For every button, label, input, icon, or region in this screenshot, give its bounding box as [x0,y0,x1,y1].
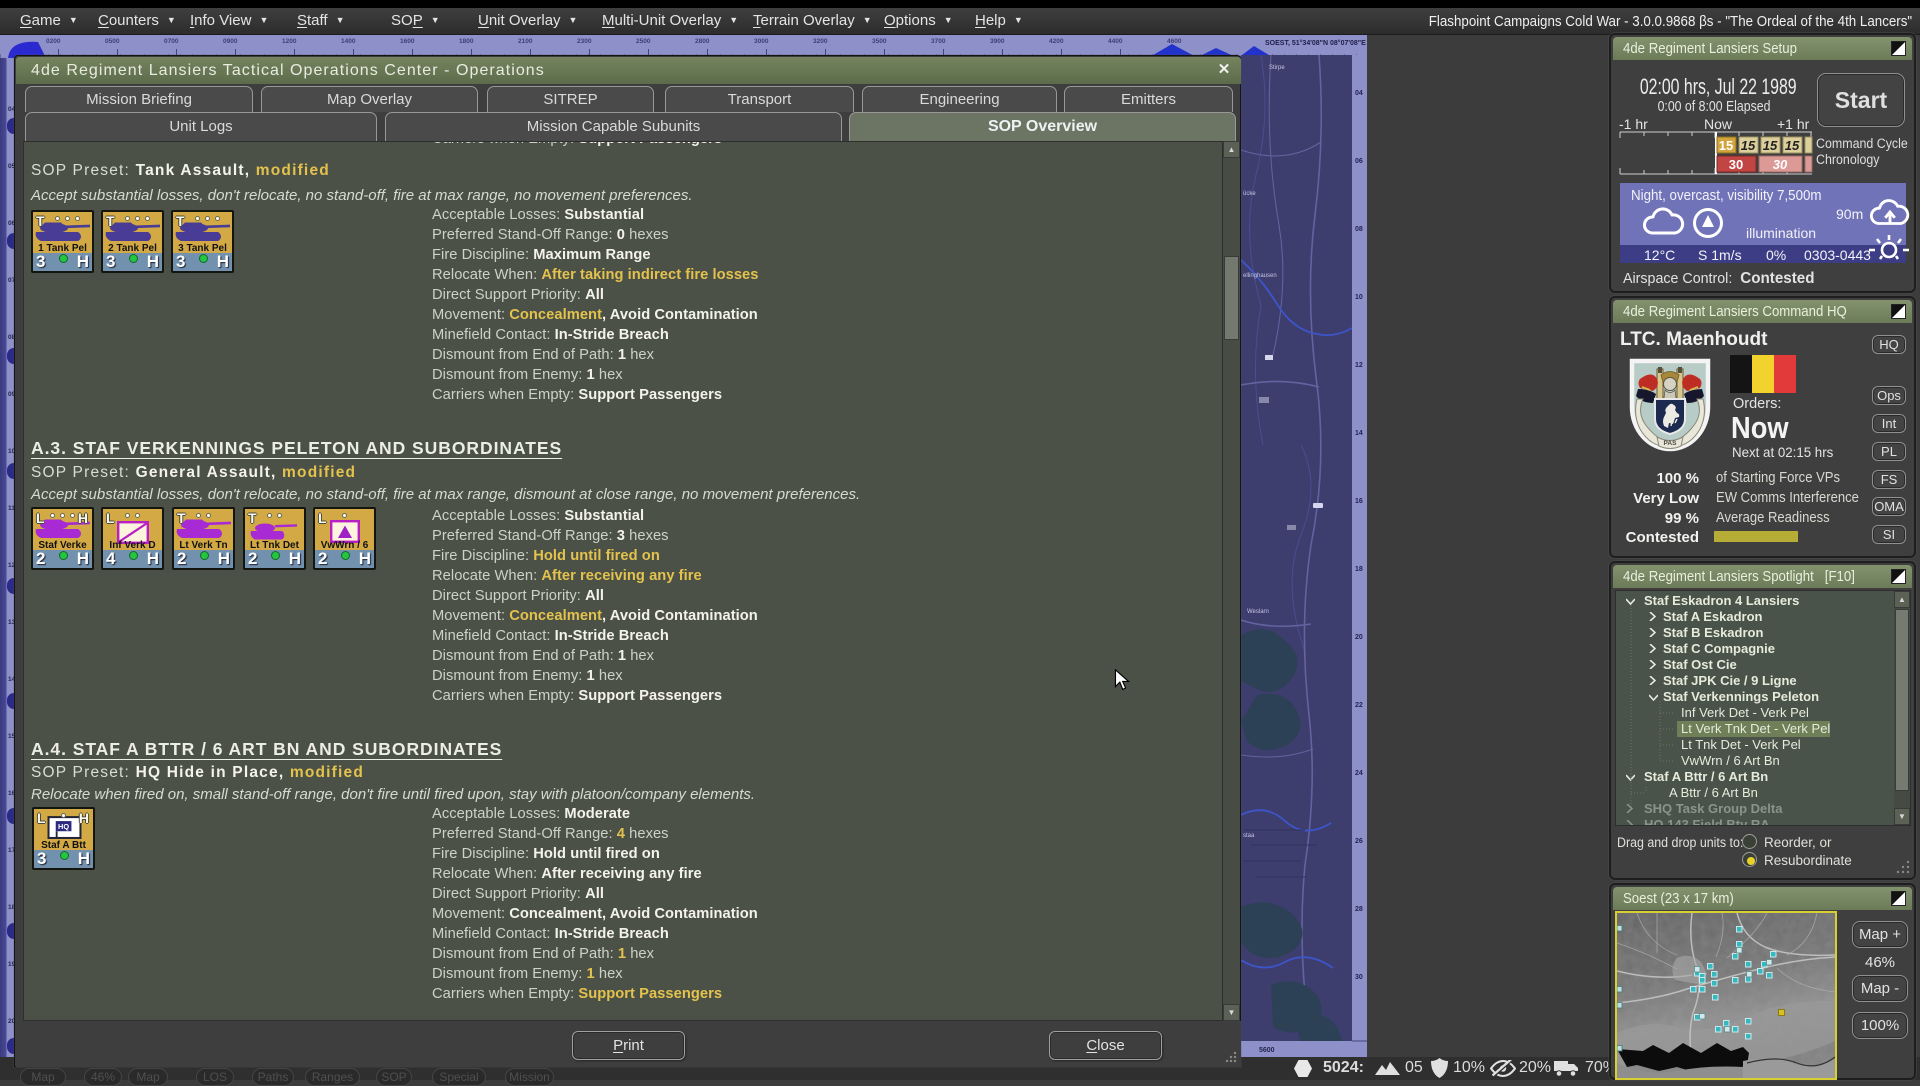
svg-text:26: 26 [1355,838,1363,845]
svg-text:Stirpe: Stirpe [1269,65,1285,71]
svg-text:16: 16 [1355,498,1363,505]
svg-text:08: 08 [1355,226,1363,233]
svg-text:12: 12 [1355,362,1363,369]
svg-text:PAS: PAS [1664,440,1678,447]
svg-text:5600: 5600 [1259,1047,1275,1054]
svg-text:28: 28 [1355,906,1363,913]
svg-text:15: 15 [1741,138,1756,153]
svg-text:06: 06 [1355,158,1363,165]
svg-text:14: 14 [1355,430,1363,437]
svg-text:ellinghausen: ellinghausen [1243,273,1277,279]
svg-text:24: 24 [1355,770,1363,777]
svg-text:18: 18 [1355,566,1363,573]
svg-text:15: 15 [1785,138,1800,153]
svg-text:10: 10 [1355,294,1363,301]
svg-text:SOEST, 51°34'08"N 08°07'08"E: SOEST, 51°34'08"N 08°07'08"E [1265,39,1366,47]
svg-text:staa: staa [1243,833,1255,839]
svg-text:ücke: ücke [1243,191,1256,197]
svg-text:22: 22 [1355,702,1363,709]
svg-text:30: 30 [1773,157,1788,172]
svg-text:HQ: HQ [58,822,69,831]
svg-text:30: 30 [1729,157,1743,172]
svg-text:15: 15 [1763,138,1778,153]
svg-text:Weslarn: Weslarn [1247,609,1269,615]
svg-text:30: 30 [1355,974,1363,981]
svg-text:20: 20 [1355,634,1363,641]
svg-text:04: 04 [1355,90,1363,97]
svg-text:15: 15 [1719,138,1733,153]
